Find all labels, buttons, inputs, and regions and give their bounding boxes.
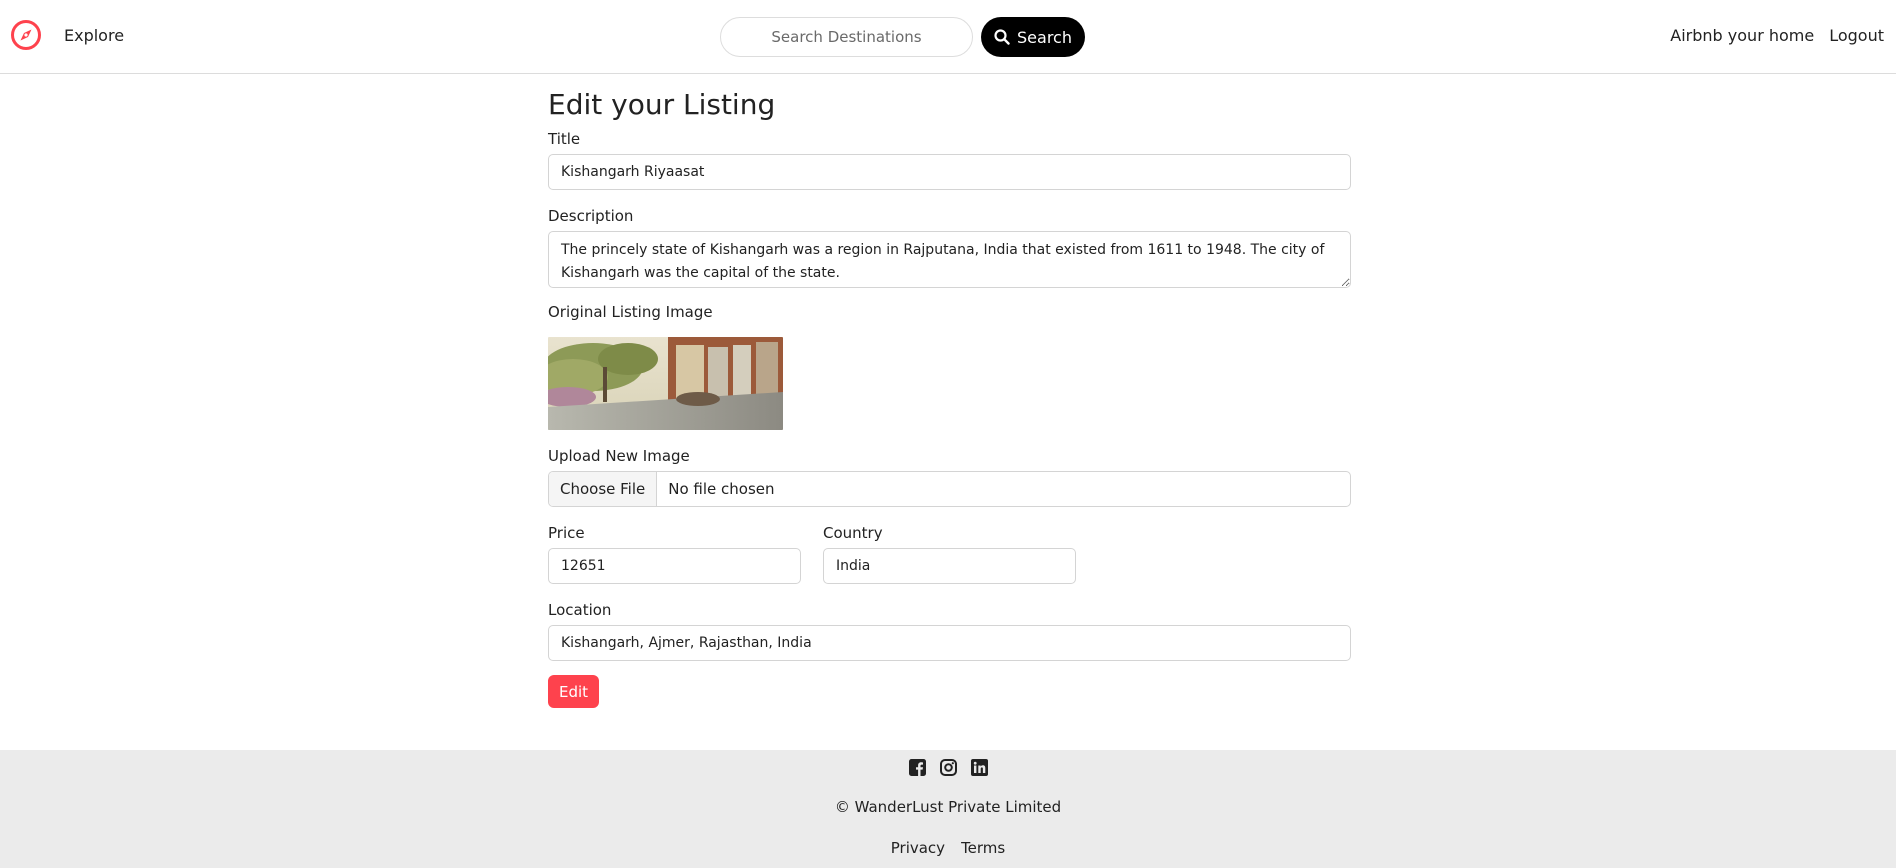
search-button[interactable]: Search (981, 17, 1085, 57)
edit-listing-form: Edit your Listing Title Description The … (548, 74, 1351, 708)
privacy-link[interactable]: Privacy (891, 839, 945, 857)
country-input[interactable] (823, 548, 1076, 584)
title-input[interactable] (548, 154, 1351, 190)
facebook-icon[interactable] (908, 759, 926, 776)
country-group: Country (823, 524, 1076, 584)
price-group: Price (548, 524, 801, 584)
price-label: Price (548, 524, 585, 542)
linkedin-icon[interactable] (970, 759, 988, 776)
country-label: Country (823, 524, 883, 542)
original-listing-image (548, 337, 783, 430)
title-label: Title (548, 130, 581, 148)
search-input[interactable] (720, 17, 973, 57)
description-label: Description (548, 207, 634, 225)
nav-right: Airbnb your home Logout (1670, 26, 1884, 45)
compass-icon[interactable] (10, 19, 42, 51)
description-textarea[interactable]: The princely state of Kishangarh was a r… (548, 231, 1351, 288)
upload-image-label: Upload New Image (548, 447, 690, 465)
search-form: Search (720, 17, 1085, 57)
edit-submit-button[interactable]: Edit (548, 675, 599, 708)
footer: © WanderLust Private Limited Privacy Ter… (0, 750, 1896, 868)
instagram-icon[interactable] (939, 759, 957, 776)
navbar: Explore Search Airbnb your home Logout (0, 0, 1896, 74)
logout-link[interactable]: Logout (1829, 26, 1884, 45)
copyright-text: © WanderLust Private Limited (834, 798, 1062, 816)
search-button-label: Search (1017, 27, 1072, 47)
search-icon (994, 29, 1010, 45)
location-input[interactable] (548, 625, 1351, 661)
price-input[interactable] (548, 548, 801, 584)
terms-link[interactable]: Terms (961, 839, 1005, 857)
page-title: Edit your Listing (548, 88, 776, 121)
choose-file-button[interactable]: Choose File (549, 472, 658, 506)
footer-links: Privacy Terms (0, 839, 1896, 857)
file-status: No file chosen (668, 480, 775, 498)
social-links (0, 759, 1896, 776)
file-upload-input[interactable]: Choose File No file chosen (548, 471, 1351, 507)
original-image-label: Original Listing Image (548, 303, 713, 321)
nav-explore-link[interactable]: Explore (64, 26, 124, 45)
airbnb-your-home-link[interactable]: Airbnb your home (1670, 26, 1814, 45)
price-country-row: Price Country (548, 524, 1351, 584)
location-label: Location (548, 601, 612, 619)
